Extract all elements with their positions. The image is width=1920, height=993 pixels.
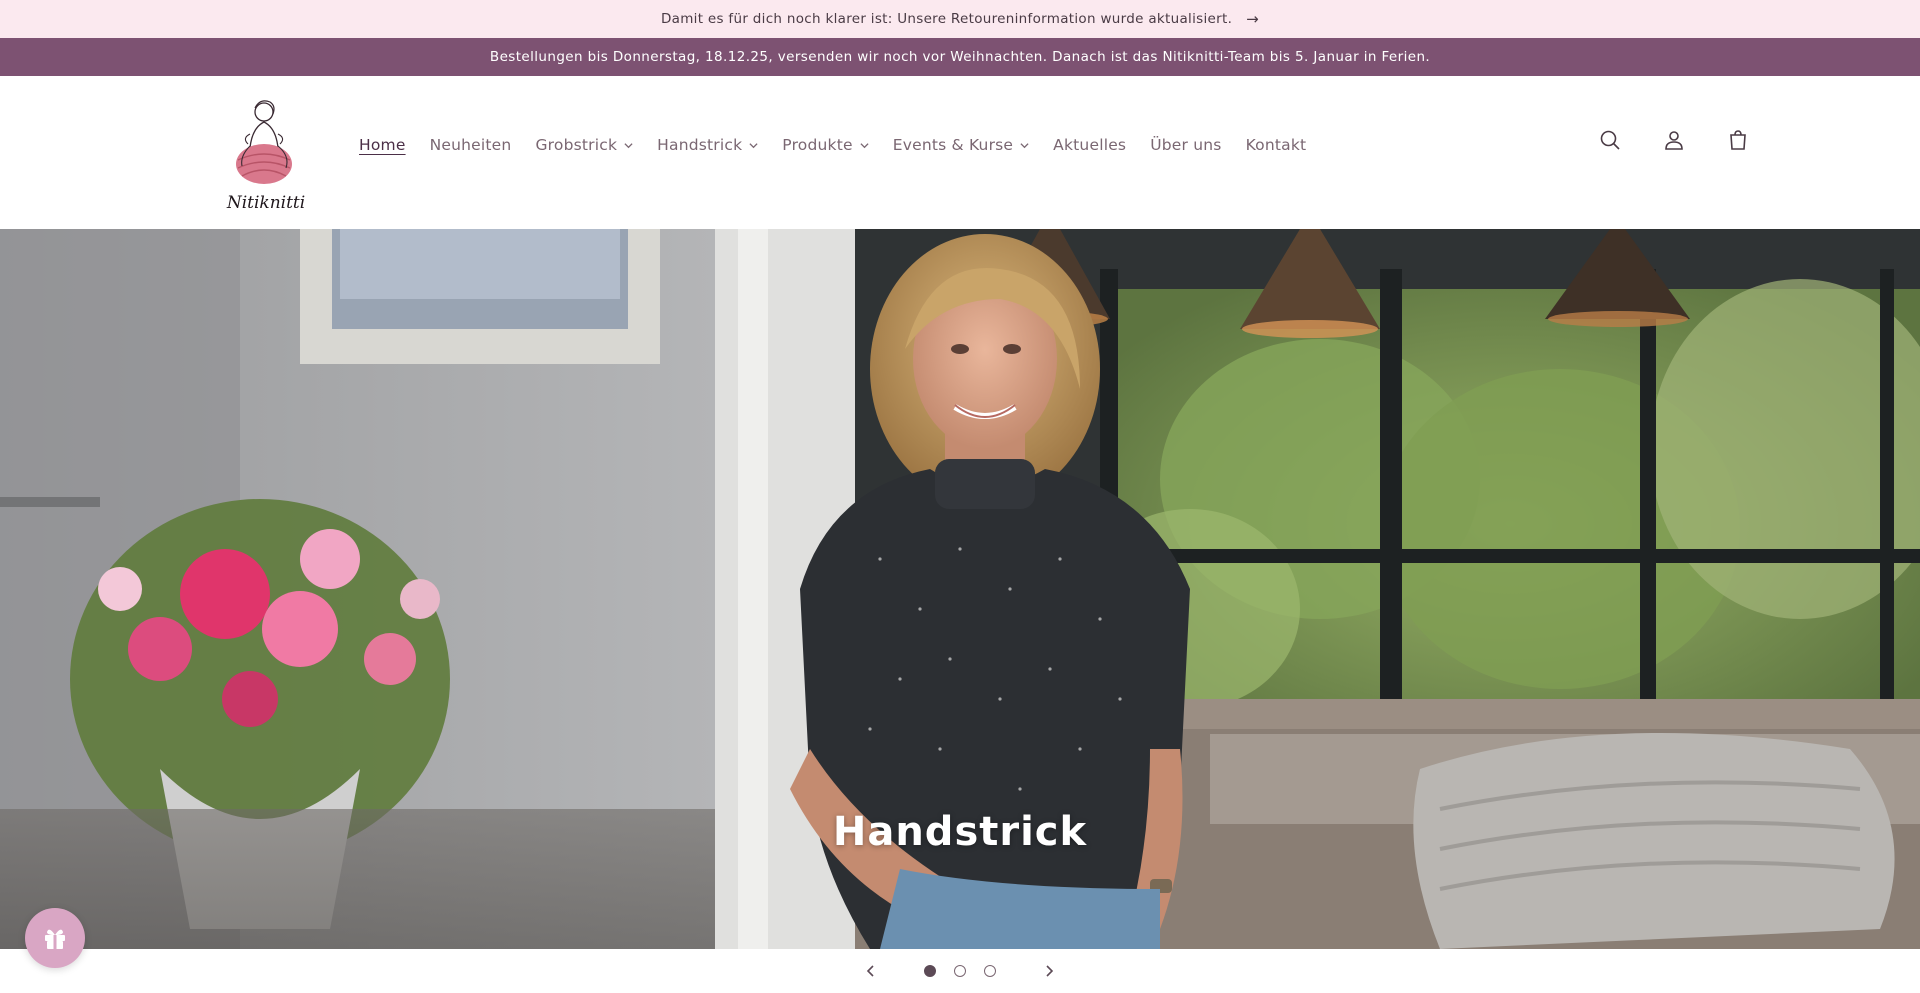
nitiknitti-logo[interactable]: Nitiknitti	[220, 90, 312, 214]
site-header: Nitiknitti Home Neuheiten Grobstrick Handst…	[0, 76, 1920, 229]
search-icon[interactable]	[1598, 128, 1622, 152]
nav-item-home[interactable]: Home	[359, 136, 406, 154]
previous-slide-button[interactable]	[856, 956, 886, 986]
nav-item-label: Neuheiten	[429, 136, 512, 154]
chevron-down-icon	[749, 142, 758, 148]
nav-item-label: Grobstrick	[535, 136, 618, 154]
nav-item-label: Kontakt	[1245, 136, 1307, 154]
chevron-down-icon	[860, 142, 869, 148]
main-navigation: Home Neuheiten Grobstrick Handstrick Produkt…	[359, 76, 1330, 214]
chevron-down-icon	[1020, 142, 1029, 148]
account-icon[interactable]	[1662, 128, 1686, 152]
nav-item-handstrick[interactable]: Handstrick	[657, 136, 758, 154]
header-actions	[1598, 128, 1750, 152]
nav-item-grobstrick[interactable]: Grobstrick	[535, 136, 633, 154]
chevron-down-icon	[624, 142, 633, 148]
nav-item-neuheiten[interactable]: Neuheiten	[430, 136, 512, 154]
nav-item-label: Home	[359, 136, 406, 154]
nav-item-aktuelles[interactable]: Aktuelles	[1053, 136, 1126, 154]
nav-item-label: Produkte	[782, 136, 853, 154]
chevron-left-icon	[866, 965, 874, 977]
hero-slideshow: Handstrick	[0, 229, 1920, 949]
nav-item-produkte[interactable]: Produkte	[782, 136, 869, 154]
announcement-bar[interactable]: Damit es für dich noch klarer ist: Unser…	[0, 0, 1920, 38]
nav-item-label: Events & Kurse	[892, 136, 1014, 154]
holiday-notice-bar: Bestellungen bis Donnerstag, 18.12.25, v…	[0, 38, 1920, 76]
rewards-launcher-button[interactable]	[25, 908, 85, 968]
slideshow-controls	[0, 949, 1920, 993]
slide-indicators	[924, 965, 996, 977]
slide-dot-2[interactable]	[954, 965, 966, 977]
nav-item-über-uns[interactable]: Über uns	[1150, 136, 1221, 154]
cart-icon[interactable]	[1726, 128, 1750, 152]
nav-item-label: Über uns	[1150, 136, 1222, 154]
hero-title: Handstrick	[832, 809, 1088, 855]
holiday-notice-text: Bestellungen bis Donnerstag, 18.12.25, v…	[489, 49, 1431, 65]
nav-item-label: Handstrick	[657, 136, 743, 154]
slide-dot-3[interactable]	[984, 965, 996, 977]
announcement-text[interactable]: Damit es für dich noch klarer ist: Unser…	[661, 11, 1232, 27]
nav-item-kontakt[interactable]: Kontakt	[1246, 136, 1307, 154]
chevron-right-icon	[1046, 965, 1054, 977]
next-slide-button[interactable]	[1034, 956, 1064, 986]
gift-icon	[45, 929, 65, 949]
nav-item-label: Aktuelles	[1053, 136, 1127, 154]
svg-text:Nitiknitti: Nitiknitti	[226, 193, 305, 213]
arrow-right-icon[interactable]: →	[1246, 10, 1259, 28]
slide-dot-1[interactable]	[924, 965, 936, 977]
nav-item-events-kurse[interactable]: Events & Kurse	[893, 136, 1029, 154]
